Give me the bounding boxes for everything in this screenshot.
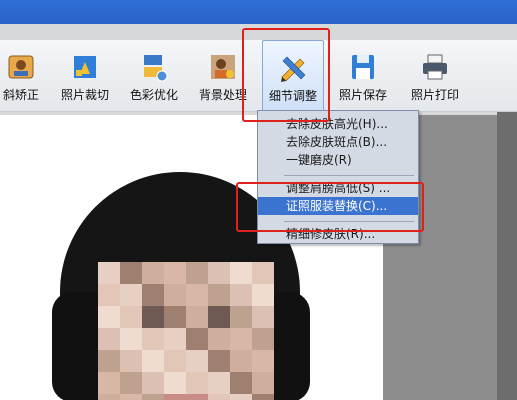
- mosaic-tile: [164, 394, 186, 400]
- highlight-box-menu-item: [236, 182, 424, 232]
- mosaic-tile: [252, 372, 274, 394]
- mosaic-tile: [120, 306, 142, 328]
- mosaic-tile: [98, 306, 120, 328]
- mosaic-tile: [142, 394, 164, 400]
- mosaic-tile: [208, 394, 230, 400]
- background-icon: [211, 55, 235, 79]
- mosaic-tile: [120, 394, 142, 400]
- mosaic-tile: [208, 284, 230, 306]
- pixelated-face: [98, 262, 278, 400]
- photo-print-button[interactable]: 照片打印: [402, 40, 468, 112]
- mosaic-tile: [164, 262, 186, 284]
- mosaic-tile: [208, 306, 230, 328]
- mosaic-tile: [98, 350, 120, 372]
- tilt-correct-icon: [8, 55, 34, 79]
- mosaic-tile: [252, 328, 274, 350]
- mosaic-tile: [142, 306, 164, 328]
- mosaic-tile: [120, 262, 142, 284]
- mosaic-tile: [186, 372, 208, 394]
- mosaic-tile: [186, 284, 208, 306]
- mosaic-tile: [230, 394, 252, 400]
- mosaic-tile: [186, 328, 208, 350]
- mosaic-tile: [120, 372, 142, 394]
- photo-crop-button[interactable]: 照片裁切: [52, 40, 118, 112]
- tilt-correct-button[interactable]: 斜矫正: [0, 40, 48, 112]
- mosaic-tile: [208, 262, 230, 284]
- mosaic-tile: [230, 284, 252, 306]
- mosaic-tile: [252, 350, 274, 372]
- mosaic-tile: [142, 262, 164, 284]
- mosaic-tile: [230, 262, 252, 284]
- mosaic-tile: [186, 394, 208, 400]
- title-bar: [0, 0, 517, 24]
- mosaic-tile: [164, 284, 186, 306]
- mosaic-tile: [186, 306, 208, 328]
- floppy-disk-icon: [352, 55, 374, 79]
- mosaic-tile: [142, 284, 164, 306]
- mosaic-tile: [164, 350, 186, 372]
- color-optimize-icon: [144, 55, 168, 82]
- vertical-scrollbar[interactable]: [497, 112, 517, 400]
- mosaic-tile: [230, 328, 252, 350]
- color-optimize-button[interactable]: 色彩优化: [121, 40, 187, 112]
- mosaic-tile: [164, 372, 186, 394]
- menu-item-one-click-smooth[interactable]: 一键磨皮(R): [258, 151, 418, 169]
- mosaic-tile: [120, 350, 142, 372]
- mosaic-tile: [208, 350, 230, 372]
- mosaic-tile: [252, 284, 274, 306]
- mosaic-tile: [98, 284, 120, 306]
- photo-save-button[interactable]: 照片保存: [332, 40, 394, 112]
- mosaic-tile: [142, 328, 164, 350]
- mosaic-tile: [164, 306, 186, 328]
- mosaic-tile: [230, 372, 252, 394]
- mosaic-tile: [142, 372, 164, 394]
- mosaic-tile: [98, 328, 120, 350]
- mosaic-tile: [142, 350, 164, 372]
- mosaic-tile: [252, 394, 274, 400]
- highlight-box-toolbar: [242, 28, 330, 122]
- mosaic-tile: [230, 350, 252, 372]
- mosaic-tile: [230, 306, 252, 328]
- menu-item-remove-spots[interactable]: 去除皮肤斑点(B)...: [258, 133, 418, 151]
- mosaic-tile: [208, 372, 230, 394]
- mosaic-tile: [252, 262, 274, 284]
- mosaic-tile: [120, 328, 142, 350]
- mosaic-tile: [164, 328, 186, 350]
- mosaic-tile: [186, 350, 208, 372]
- printer-icon: [423, 54, 447, 80]
- mosaic-tile: [208, 328, 230, 350]
- mosaic-tile: [186, 262, 208, 284]
- mosaic-tile: [98, 372, 120, 394]
- mosaic-tile: [98, 262, 120, 284]
- mosaic-tile: [98, 394, 120, 400]
- menu-separator: [284, 175, 414, 176]
- mosaic-tile: [120, 284, 142, 306]
- crop-icon: [74, 56, 96, 78]
- mosaic-tile: [252, 306, 274, 328]
